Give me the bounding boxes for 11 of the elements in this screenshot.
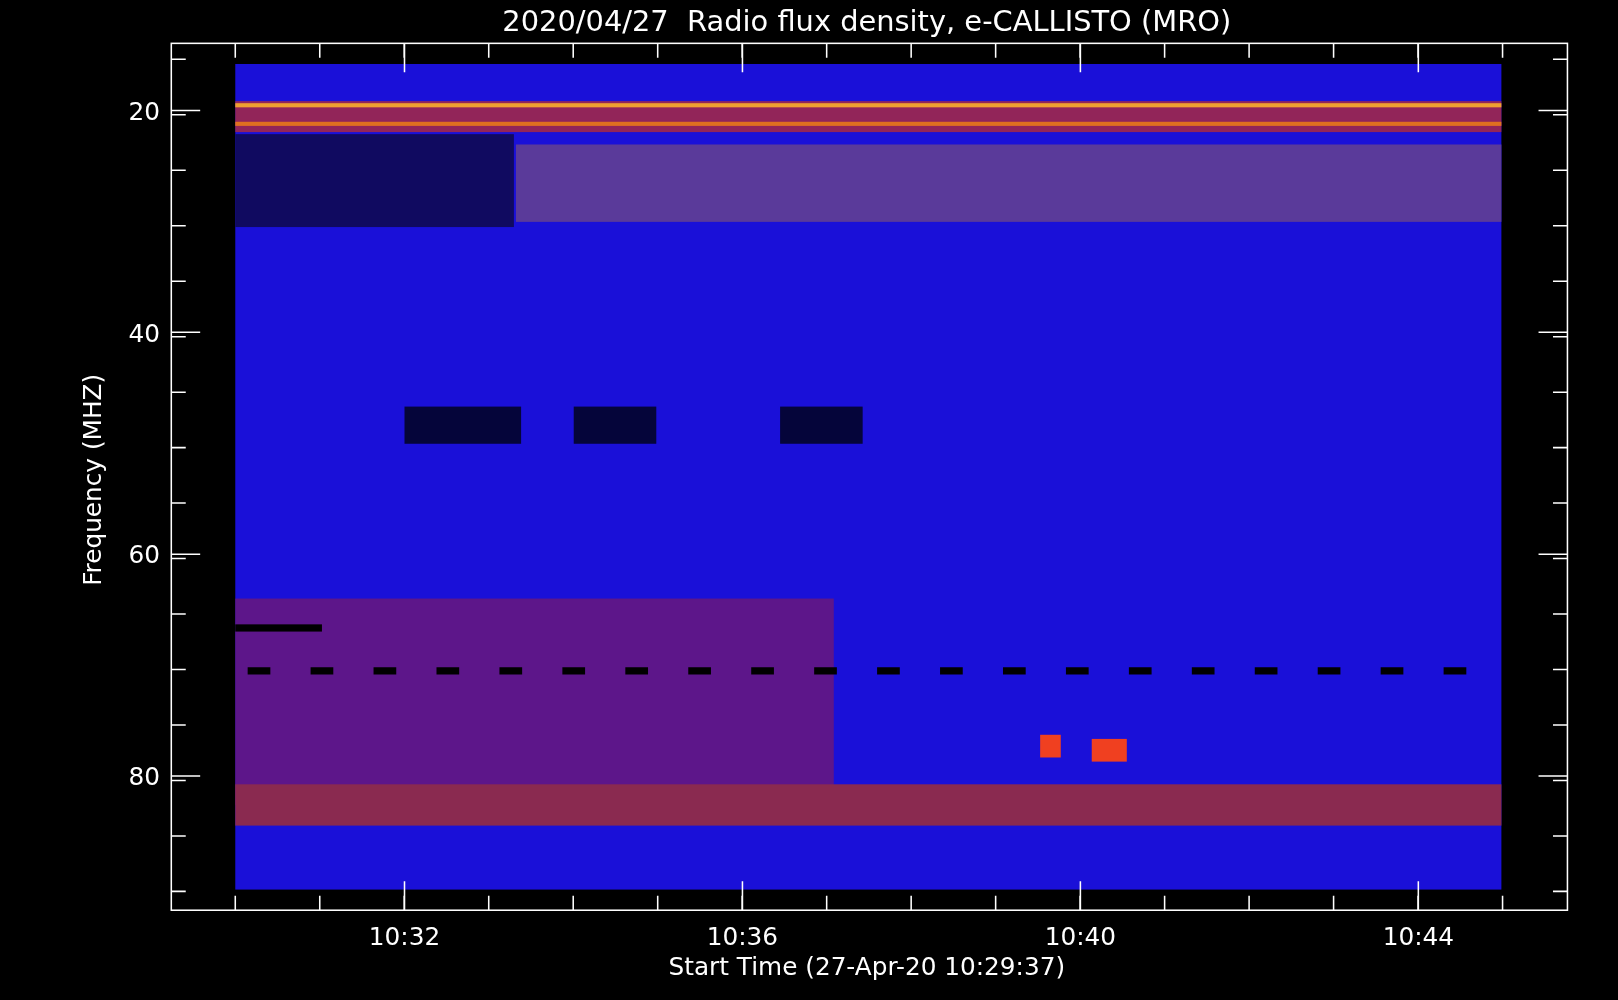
tick-label: 40 [128,318,160,348]
tick-label: 10:32 [368,922,441,952]
axis-label: Frequency (MHZ) [78,373,108,586]
tick-label: 80 [128,762,160,792]
tick-label: 10:44 [1382,922,1454,952]
chart-title: 2020/04/27 Radio flux density, e-CALLISTO (MRO) [502,3,1232,38]
tick-label: 10:40 [1044,922,1117,952]
tick-label: 10:36 [706,922,779,952]
tick-label: 60 [128,540,160,570]
tick-label: 20 [128,96,160,126]
axis-label: Start Time (27-Apr-20 10:29:37) [668,952,1066,982]
